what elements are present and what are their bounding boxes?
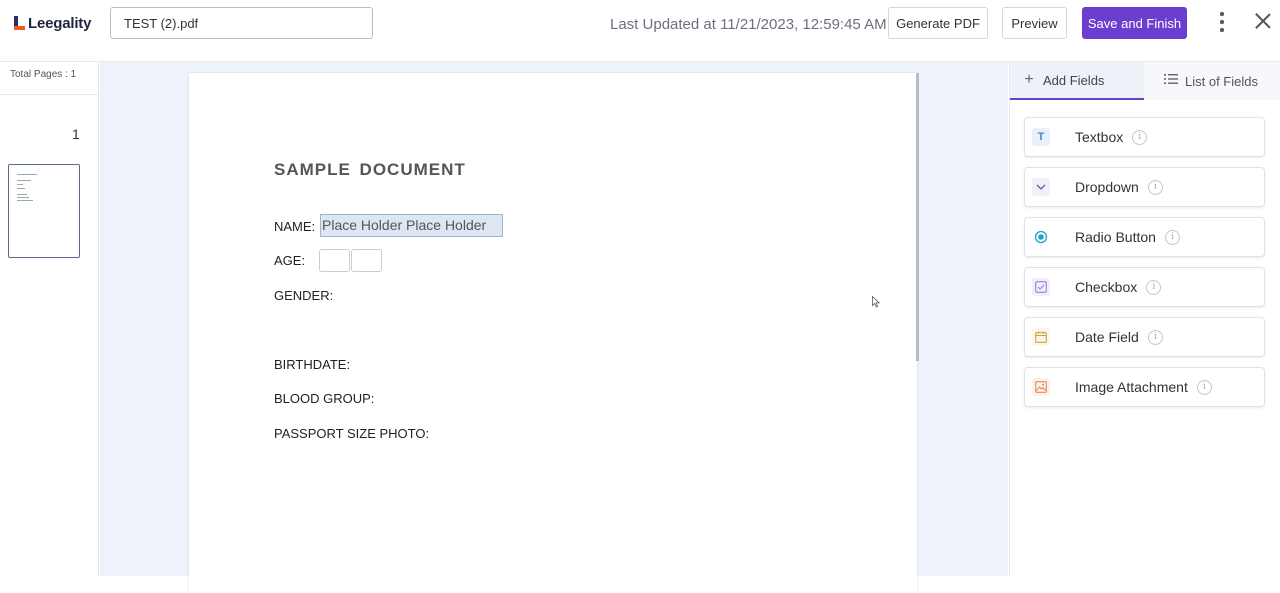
list-icon [1164,72,1178,90]
field-label: Radio Button [1075,229,1156,245]
generate-pdf-button[interactable]: Generate PDF [888,7,988,39]
logo-text: Leegality [28,14,92,32]
field-radio-button[interactable]: Radio Button i [1024,217,1265,257]
close-icon[interactable] [1254,12,1272,30]
birthdate-label: BIRTHDATE: [274,357,351,372]
preview-button[interactable]: Preview [1002,7,1067,39]
info-icon[interactable]: i [1132,129,1148,145]
total-pages-label: Total Pages : 1 [0,62,98,95]
image-icon [1032,378,1050,396]
name-label: NAME: [274,219,316,234]
field-date[interactable]: Date Field i [1024,317,1265,357]
field-label: Date Field [1075,329,1139,345]
plus-icon: + [1024,71,1034,88]
info-icon[interactable]: i [1146,279,1162,295]
tab-list-of-fields[interactable]: List of Fields [1154,62,1280,100]
document-scrollbar[interactable] [916,73,919,361]
gender-label: GENDER: [274,288,334,303]
document-page[interactable]: SAMPLE DOCUMENT NAME: Place Holder Place… [189,73,917,593]
app-logo[interactable]: Leegality [14,13,91,33]
field-label: Image Attachment [1075,379,1188,395]
info-icon[interactable]: i [1196,379,1212,395]
info-icon[interactable]: i [1164,229,1180,245]
tab-list-of-fields-label: List of Fields [1185,73,1258,89]
tab-add-fields-label: Add Fields [1043,72,1105,88]
field-image-attachment[interactable]: Image Attachment i [1024,367,1265,407]
tab-add-fields[interactable]: + Add Fields [1010,62,1144,100]
more-options-icon[interactable] [1214,10,1230,34]
mouse-cursor-icon [872,296,880,308]
document-canvas: SAMPLE DOCUMENT NAME: Place Holder Place… [100,62,1008,593]
passport-photo-label: PASSPORT SIZE PHOTO: [274,426,430,441]
calendar-icon [1032,328,1050,346]
radio-icon [1032,228,1050,246]
info-icon[interactable]: i [1147,329,1163,345]
field-dropdown[interactable]: Dropdown i [1024,167,1265,207]
save-and-finish-button[interactable]: Save and Finish [1082,7,1187,39]
filename-input[interactable]: TEST (2).pdf [110,7,373,39]
field-label: Textbox [1075,129,1124,145]
fields-panel: + Add Fields List of Fields T Textbox i … [1009,62,1280,576]
name-placeholder-field[interactable]: Place Holder Place Holder [320,214,503,237]
leegality-logo-icon [14,16,26,30]
checkbox-icon [1032,278,1050,296]
field-checkbox[interactable]: Checkbox i [1024,267,1265,307]
age-label: AGE: [274,253,306,268]
page-thumbnail[interactable] [8,164,80,258]
textbox-icon: T [1032,128,1050,146]
age-box-1[interactable] [319,249,350,272]
document-title: SAMPLE DOCUMENT [274,160,466,179]
age-box-2[interactable] [351,249,382,272]
dropdown-icon [1032,178,1050,196]
field-label: Dropdown [1075,179,1139,195]
blood-group-label: BLOOD GROUP: [274,391,375,406]
panel-tabs: + Add Fields List of Fields [1010,62,1280,100]
info-icon[interactable]: i [1147,179,1163,195]
page-thumbnail-sidebar: Total Pages : 1 1 [0,62,99,576]
last-updated-status: Last Updated at 11/21/2023, 12:59:45 AM [610,16,887,33]
top-header: Leegality TEST (2).pdf Last Updated at 1… [0,0,1280,62]
field-label: Checkbox [1075,279,1138,295]
page-number: 1 [72,126,80,142]
field-textbox[interactable]: T Textbox i [1024,117,1265,157]
